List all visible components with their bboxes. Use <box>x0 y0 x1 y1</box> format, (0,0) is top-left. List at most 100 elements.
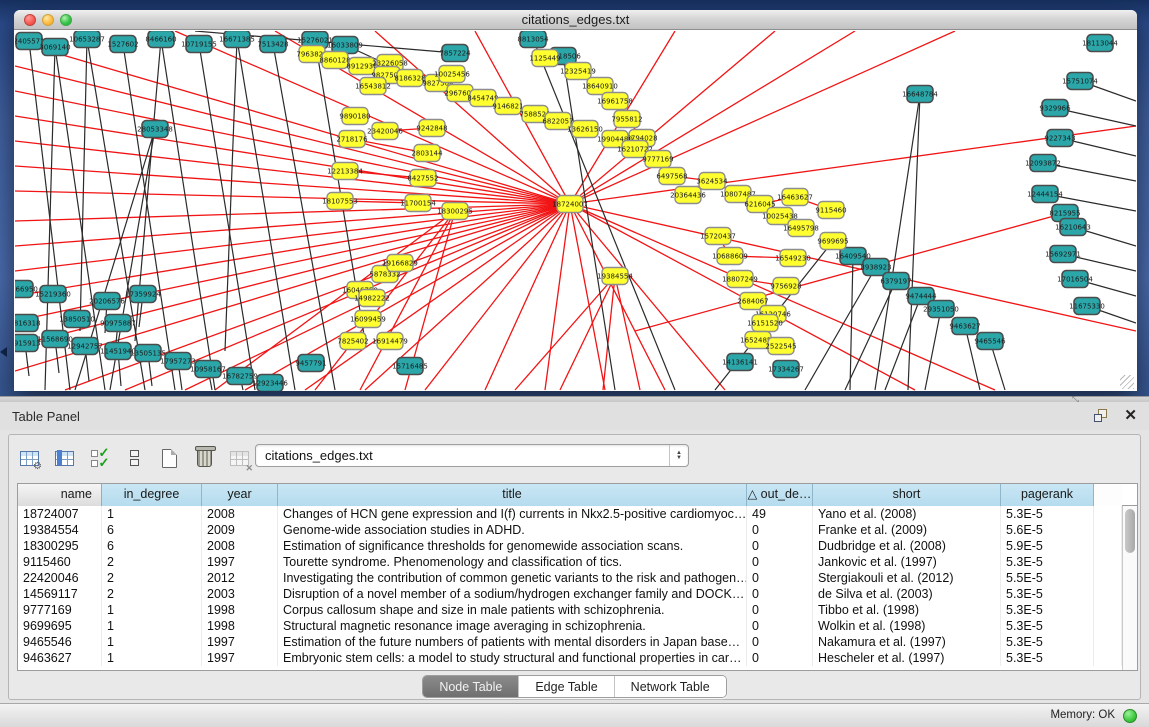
graph-node[interactable]: 16914479 <box>372 333 408 350</box>
tab-network-table[interactable]: Network Table <box>615 676 726 697</box>
merge-rows-button[interactable] <box>120 444 148 472</box>
graph-node[interactable]: 12942757 <box>67 338 103 355</box>
graph-node[interactable]: 6497568 <box>656 168 687 185</box>
cell-year[interactable]: 2009 <box>202 522 278 538</box>
graph-node[interactable]: 10958167 <box>190 361 226 378</box>
cell-pagerank[interactable]: 5.5E-5 <box>1001 570 1094 586</box>
network-svg[interactable]: 2405571306914010653287152760284661601071… <box>15 31 1136 391</box>
graph-edge[interactable] <box>908 94 920 390</box>
graph-node[interactable]: 1527602 <box>107 36 138 53</box>
cell-in_degree[interactable]: 1 <box>102 650 202 666</box>
cell-out_de…[interactable]: 0 <box>747 570 813 586</box>
graph-edge[interactable] <box>570 204 605 390</box>
close-panel-icon[interactable]: ✕ <box>1124 406 1137 424</box>
graph-node[interactable]: 3624534 <box>696 173 728 190</box>
cell-year[interactable]: 1998 <box>202 618 278 634</box>
graph-node[interactable]: 10719155 <box>181 36 217 53</box>
cell-year[interactable]: 1997 <box>202 634 278 650</box>
cell-short[interactable]: Wolkin et al. (1998) <box>813 618 1001 634</box>
graph-node[interactable]: 7513428 <box>257 36 288 53</box>
graph-node[interactable]: 9777169 <box>642 151 673 168</box>
cell-pagerank[interactable]: 5.3E-5 <box>1001 618 1094 634</box>
graph-node[interactable]: 16210643 <box>1055 219 1091 236</box>
scrollbar-thumb[interactable] <box>1125 509 1135 553</box>
column-header-title[interactable]: title <box>278 484 747 506</box>
cell-in_degree[interactable]: 1 <box>102 618 202 634</box>
cell-pagerank[interactable]: 5.6E-5 <box>1001 522 1094 538</box>
graph-node[interactable]: 7857224 <box>439 45 471 62</box>
graph-node[interactable]: 12444154 <box>1027 186 1063 203</box>
graph-node[interactable]: 23420046 <box>367 123 403 140</box>
graph-node[interactable]: 16671385 <box>219 31 255 48</box>
table-row[interactable]: 977716911998Corpus callosum shape and si… <box>18 602 1137 618</box>
cell-title[interactable]: Disruption of a novel member of a sodium… <box>278 586 747 602</box>
cell-out_de…[interactable]: 0 <box>747 538 813 554</box>
graph-node[interactable]: 16099459 <box>350 311 386 328</box>
graph-node[interactable]: 18807249 <box>722 271 758 288</box>
graph-node[interactable]: 28053348 <box>137 121 173 138</box>
cell-short[interactable]: Franke et al. (2009) <box>813 522 1001 538</box>
graph-node[interactable]: 11700154 <box>400 195 436 212</box>
graph-edge[interactable] <box>875 94 920 390</box>
graph-edge[interactable] <box>603 276 615 390</box>
graph-node[interactable]: 16549230 <box>775 250 811 267</box>
cell-out_de…[interactable]: 0 <box>747 586 813 602</box>
network-window[interactable]: citations_edges.txt 24055713069140106532… <box>14 10 1137 391</box>
graph-node[interactable]: 12093872 <box>1025 155 1061 172</box>
graph-node[interactable]: 15720437 <box>700 228 736 245</box>
graph-edge[interactable] <box>15 41 570 204</box>
cell-short[interactable]: Tibbo et al. (1998) <box>813 602 1001 618</box>
graph-node[interactable]: 6379197 <box>880 273 911 290</box>
graph-edge[interactable] <box>15 66 570 204</box>
graph-node[interactable]: 8816318 <box>15 315 41 332</box>
graph-node[interactable]: 16648784 <box>902 86 938 103</box>
cell-in_degree[interactable]: 1 <box>102 506 202 522</box>
cell-out_de…[interactable]: 0 <box>747 522 813 538</box>
graph-node[interactable]: 9463627 <box>949 318 980 335</box>
cell-pagerank[interactable]: 5.3E-5 <box>1001 650 1094 666</box>
cell-title[interactable]: Estimation of the future numbers of pati… <box>278 634 747 650</box>
graph-node[interactable]: 9699695 <box>817 233 848 250</box>
column-header-name[interactable]: name <box>18 484 102 506</box>
graph-node[interactable]: 20206576 <box>89 293 125 310</box>
graph-node[interactable]: 9457791 <box>295 355 326 372</box>
cell-short[interactable]: Jankovic et al. (1997) <box>813 554 1001 570</box>
column-header-out_de…[interactable]: △ out_de… <box>747 484 813 506</box>
cell-title[interactable]: Embryonic stem cells: a model to study s… <box>278 650 747 666</box>
cell-out_de…[interactable]: 0 <box>747 602 813 618</box>
cell-name[interactable]: 9465546 <box>18 634 102 650</box>
cell-title[interactable]: Changes of HCN gene expression and I(f) … <box>278 506 747 522</box>
cell-short[interactable]: Yano et al. (2008) <box>813 506 1001 522</box>
cell-pagerank[interactable]: 5.3E-5 <box>1001 586 1094 602</box>
cell-in_degree[interactable]: 6 <box>102 538 202 554</box>
tab-edge-table[interactable]: Edge Table <box>519 676 614 697</box>
graph-node[interactable]: 16463627 <box>777 189 813 206</box>
cell-title[interactable]: Tourette syndrome. Phenomenology and cla… <box>278 554 747 570</box>
cell-short[interactable]: Hescheler et al. (1997) <box>813 650 1001 666</box>
graph-node[interactable]: 17359924 <box>125 286 161 303</box>
table-row[interactable]: 911546021997Tourette syndrome. Phenomeno… <box>18 554 1137 570</box>
splitter-collapse-arrow[interactable] <box>0 347 7 357</box>
graph-edge[interactable] <box>15 166 570 204</box>
table-row[interactable]: 2242004622012Investigating the contribut… <box>18 570 1137 586</box>
cell-out_de…[interactable]: 0 <box>747 650 813 666</box>
graph-node[interactable]: 16495798 <box>783 220 819 237</box>
cell-year[interactable]: 1997 <box>202 650 278 666</box>
graph-node[interactable]: 18724007 <box>552 196 588 213</box>
graph-node[interactable]: 17016504 <box>1057 271 1093 288</box>
cell-name[interactable]: 14569117 <box>18 586 102 602</box>
cell-pagerank[interactable]: 5.3E-5 <box>1001 602 1094 618</box>
graph-edge[interactable] <box>15 191 570 204</box>
window-resize-grip[interactable] <box>1120 375 1134 389</box>
cell-short[interactable]: Nakamura et al. (1997) <box>813 634 1001 650</box>
select-rows-button[interactable]: ✓✓ <box>85 444 113 472</box>
cell-pagerank[interactable]: 5.3E-5 <box>1001 506 1094 522</box>
minimize-button[interactable] <box>42 14 54 26</box>
graph-node[interactable]: 16543812 <box>355 78 391 95</box>
cell-year[interactable]: 1998 <box>202 602 278 618</box>
graph-edge[interactable] <box>885 296 921 390</box>
network-canvas[interactable]: 2405571306914010653287152760284661601071… <box>15 31 1136 391</box>
graph-node[interactable]: 11675330 <box>1069 298 1105 315</box>
cell-in_degree[interactable]: 2 <box>102 586 202 602</box>
cell-out_de…[interactable]: 49 <box>747 506 813 522</box>
